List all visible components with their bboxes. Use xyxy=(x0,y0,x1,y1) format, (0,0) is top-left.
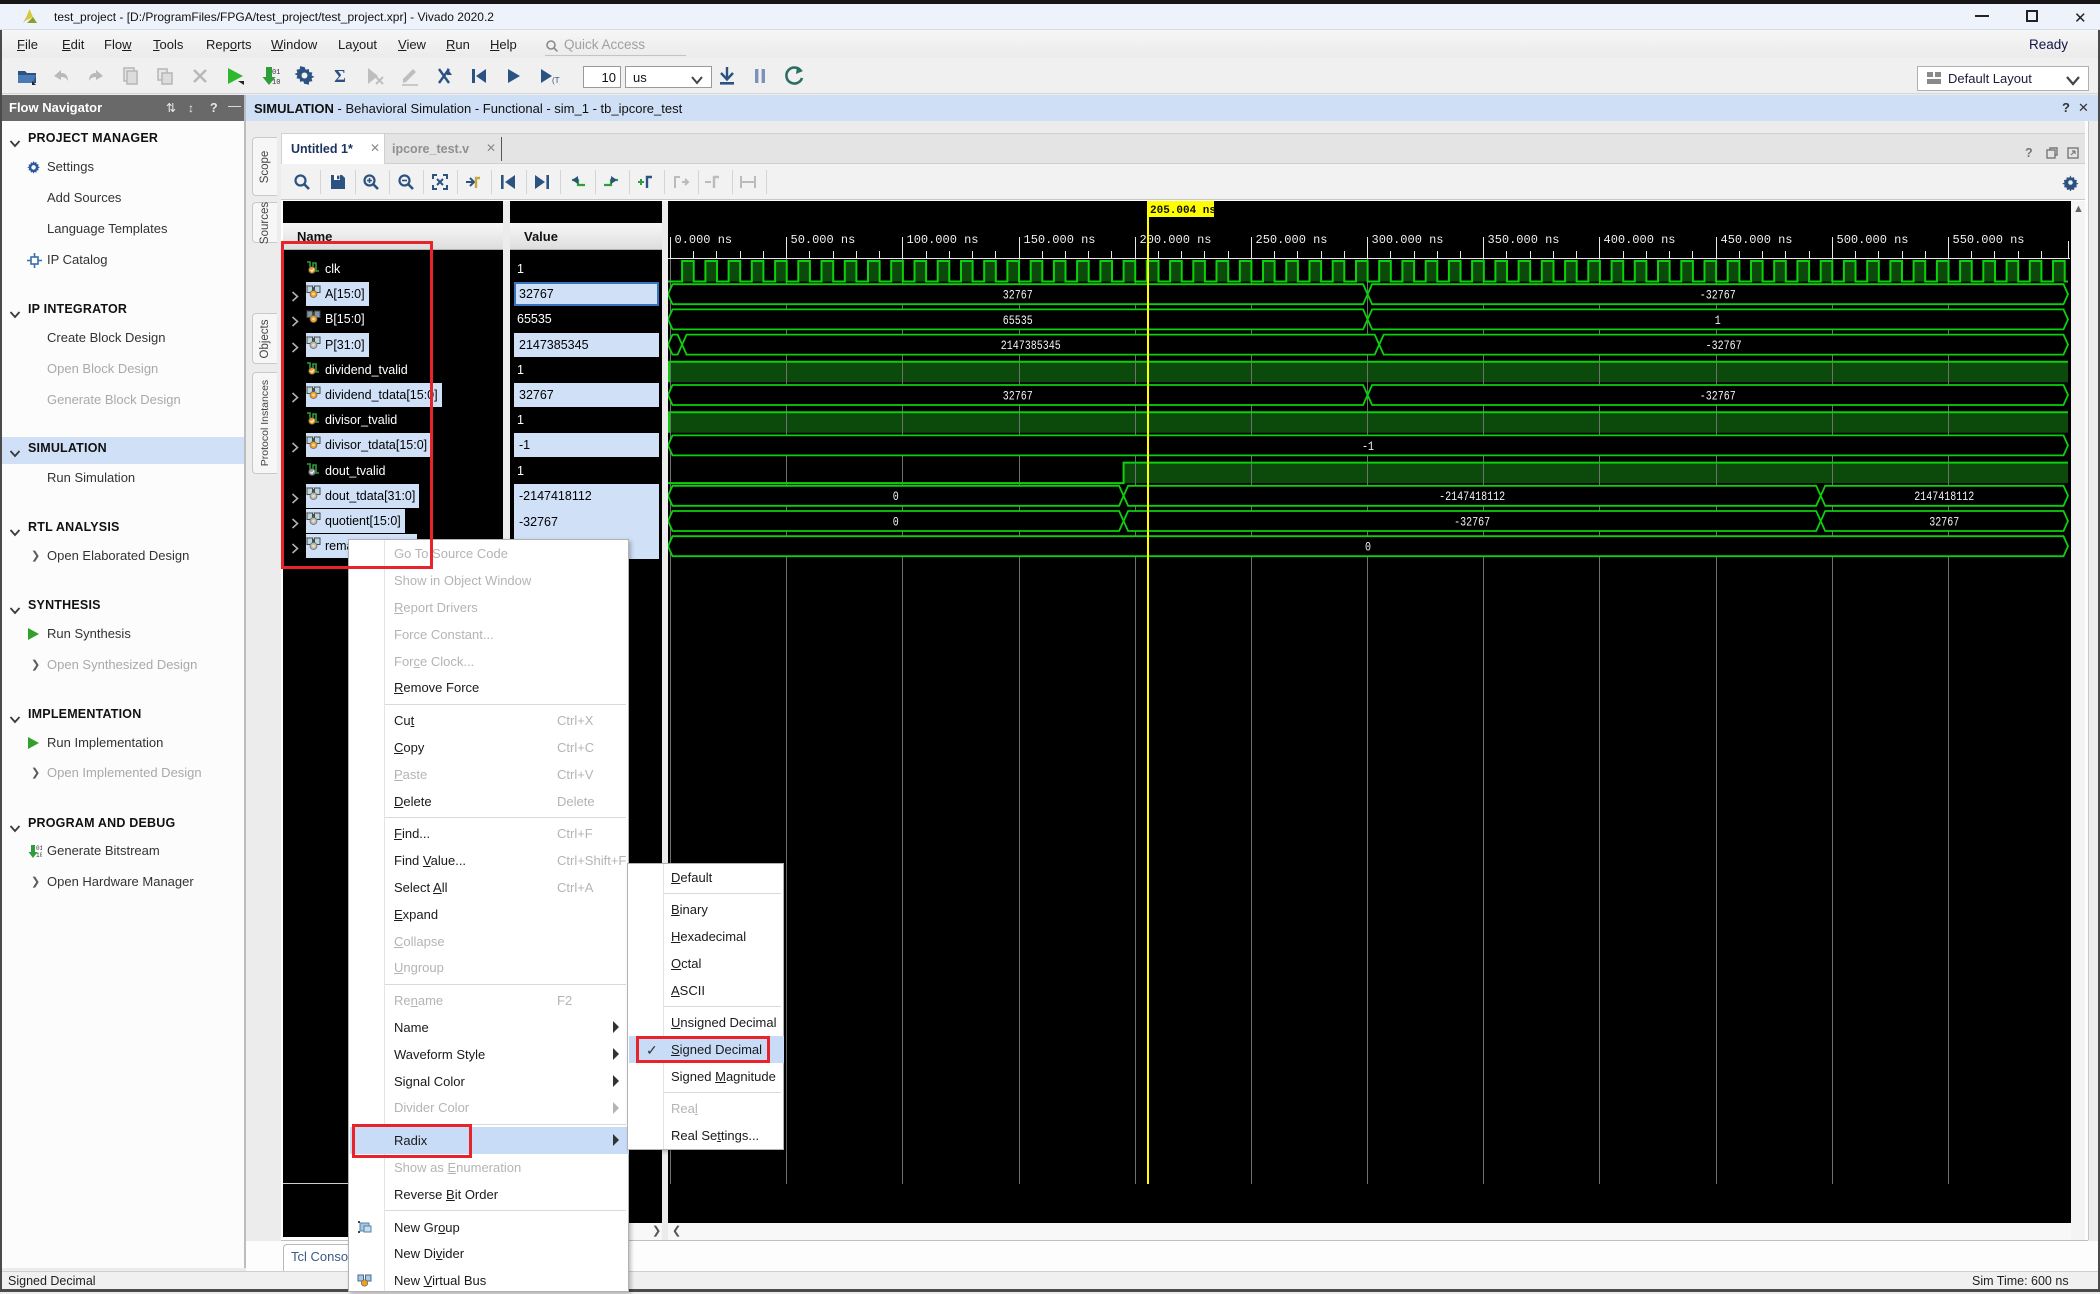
svg-text:250.000 ns: 250.000 ns xyxy=(1256,233,1328,247)
svg-text:0: 0 xyxy=(893,489,899,504)
svg-text:150.000 ns: 150.000 ns xyxy=(1024,233,1096,247)
svg-text:-2147418112: -2147418112 xyxy=(1439,489,1505,504)
svg-text:1: 1 xyxy=(1715,313,1721,328)
svg-text:0: 0 xyxy=(893,514,899,529)
svg-text:-1: -1 xyxy=(1362,439,1374,454)
svg-text:-32767: -32767 xyxy=(1700,288,1736,303)
svg-text:0: 0 xyxy=(1365,540,1371,555)
svg-text:01: 01 xyxy=(272,69,280,77)
svg-text:32767: 32767 xyxy=(1003,388,1033,403)
svg-text:550.000 ns: 550.000 ns xyxy=(1953,233,2025,247)
svg-text:300.000 ns: 300.000 ns xyxy=(1372,233,1444,247)
svg-text:0.000 ns: 0.000 ns xyxy=(675,233,733,247)
svg-text:2147418112: 2147418112 xyxy=(1914,489,1974,504)
svg-text:Σ: Σ xyxy=(334,66,346,86)
svg-text:205.004 ns: 205.004 ns xyxy=(1150,205,1216,217)
svg-text:32767: 32767 xyxy=(1929,514,1959,529)
svg-text:200.000 ns: 200.000 ns xyxy=(1140,233,1212,247)
svg-text:32767: 32767 xyxy=(1003,288,1033,303)
svg-text:65535: 65535 xyxy=(1003,313,1033,328)
svg-text:500.000 ns: 500.000 ns xyxy=(1837,233,1909,247)
svg-text:2147385345: 2147385345 xyxy=(1001,338,1061,353)
svg-text:50.000 ns: 50.000 ns xyxy=(791,233,856,247)
svg-text:400.000 ns: 400.000 ns xyxy=(1604,233,1676,247)
svg-text:-32767: -32767 xyxy=(1706,338,1742,353)
svg-text:10: 10 xyxy=(36,852,42,859)
svg-text:-32767: -32767 xyxy=(1454,514,1490,529)
svg-text:(T): (T) xyxy=(552,76,560,85)
svg-text:450.000 ns: 450.000 ns xyxy=(1721,233,1793,247)
svg-text:01: 01 xyxy=(36,845,42,852)
svg-text:10: 10 xyxy=(272,79,280,87)
svg-text:100.000 ns: 100.000 ns xyxy=(907,233,979,247)
svg-text:350.000 ns: 350.000 ns xyxy=(1488,233,1560,247)
svg-text:-32767: -32767 xyxy=(1700,388,1736,403)
